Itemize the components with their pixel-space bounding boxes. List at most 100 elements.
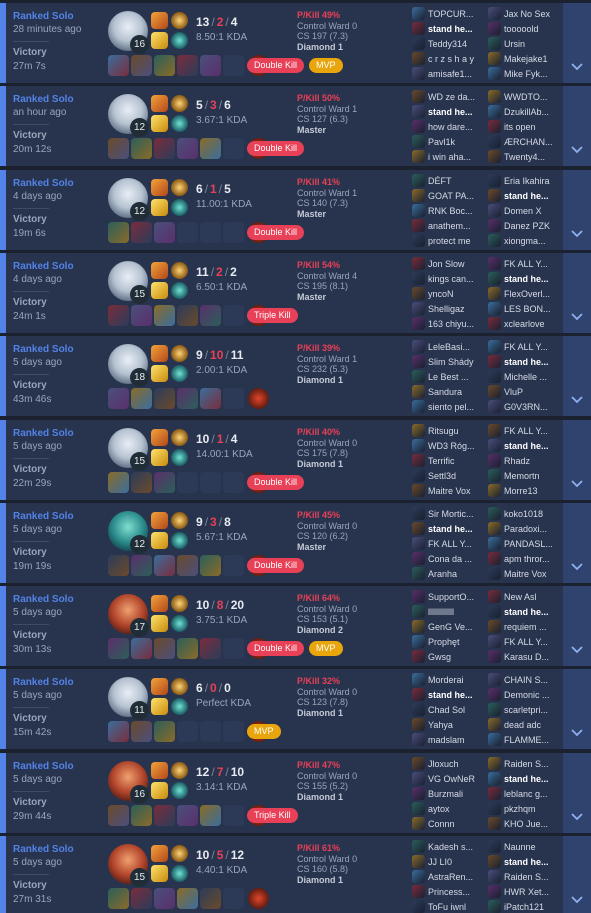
- item-slot-icon[interactable]: [131, 55, 152, 76]
- player-name[interactable]: Terrific: [428, 456, 455, 466]
- player-name[interactable]: stand he...: [504, 857, 549, 867]
- expand-button[interactable]: [563, 420, 591, 500]
- match-card[interactable]: Ranked Solo 5 days ago Victory 15m 42s 1…: [0, 669, 591, 749]
- expand-button[interactable]: [563, 253, 591, 333]
- item-slot-icon[interactable]: [177, 805, 198, 826]
- player-row[interactable]: LeleBasi...: [412, 339, 488, 354]
- item-slot-icon[interactable]: [223, 721, 244, 742]
- player-name[interactable]: xclearlove: [504, 319, 545, 329]
- player-row[interactable]: Memortn: [488, 468, 564, 483]
- item-slot-icon[interactable]: [200, 305, 221, 326]
- player-row[interactable]: DzukillAb...: [488, 104, 564, 119]
- player-name[interactable]: Twenty4...: [504, 152, 545, 162]
- player-row[interactable]: Jax No Sex: [488, 6, 564, 21]
- player-name[interactable]: Princess...: [428, 887, 470, 897]
- player-row[interactable]: Raiden S...: [488, 756, 564, 771]
- player-row[interactable]: Domen X: [488, 203, 564, 218]
- player-name[interactable]: Cona da ...: [428, 554, 472, 564]
- item-slot-icon[interactable]: [223, 222, 244, 243]
- player-name[interactable]: Mike Fyk...: [504, 69, 548, 79]
- expand-button[interactable]: [563, 669, 591, 749]
- player-row[interactable]: aytox: [412, 801, 488, 816]
- player-name[interactable]: yncoN: [428, 289, 454, 299]
- player-row[interactable]: stand he...: [488, 271, 564, 286]
- player-name[interactable]: WWDTO...: [504, 92, 547, 102]
- item-slot-icon[interactable]: [154, 55, 175, 76]
- player-name[interactable]: G0V3RN...: [504, 402, 548, 412]
- item-slot-icon[interactable]: [200, 555, 221, 576]
- keystone-rune-icon[interactable]: [171, 845, 188, 862]
- player-row[interactable]: DÉFT: [412, 173, 488, 188]
- player-row[interactable]: stand he...: [488, 438, 564, 453]
- trinket-icon[interactable]: [248, 888, 269, 909]
- player-name[interactable]: TOPCUR...: [428, 9, 473, 19]
- expand-button[interactable]: [563, 753, 591, 833]
- player-name[interactable]: stand he...: [428, 107, 473, 117]
- player-row[interactable]: JJ LI0: [412, 854, 488, 869]
- player-row[interactable]: Karasu D...: [488, 649, 564, 664]
- player-name[interactable]: SupportO...: [428, 592, 474, 602]
- item-slot-icon[interactable]: [200, 138, 221, 159]
- player-row[interactable]: PANDASL...: [488, 536, 564, 551]
- item-slot-icon[interactable]: [154, 888, 175, 909]
- player-name[interactable]: GOAT PA...: [428, 191, 474, 201]
- match-card[interactable]: Ranked Solo 5 days ago Victory 22m 29s 1…: [0, 420, 591, 500]
- player-row[interactable]: 163 chiyu...: [412, 316, 488, 331]
- player-row[interactable]: Teddy314: [412, 36, 488, 51]
- player-row[interactable]: Kadesh s...: [412, 839, 488, 854]
- player-row[interactable]: stand he...: [488, 854, 564, 869]
- player-row[interactable]: Chad Sol: [412, 702, 488, 717]
- player-name[interactable]: WD3 Róg...: [428, 441, 475, 451]
- player-name[interactable]: FK ALL Y...: [504, 259, 548, 269]
- item-slot-icon[interactable]: [223, 55, 244, 76]
- secondary-rune-icon[interactable]: [171, 449, 188, 466]
- summoner-spell-icon[interactable]: [151, 262, 168, 279]
- match-card[interactable]: Ranked Solo 4 days ago Victory 24m 1s 15…: [0, 253, 591, 333]
- player-row[interactable]: stand he...: [488, 354, 564, 369]
- item-slot-icon[interactable]: [154, 138, 175, 159]
- item-slot-icon[interactable]: [200, 888, 221, 909]
- player-name[interactable]: FK ALL Y...: [504, 342, 548, 352]
- player-row[interactable]: TOPCUR...: [412, 6, 488, 21]
- player-name[interactable]: HWR Xet...: [504, 887, 549, 897]
- player-row[interactable]: Terrific: [412, 453, 488, 468]
- champion-icon[interactable]: 12: [108, 178, 149, 221]
- player-row[interactable]: stand he...: [488, 604, 564, 619]
- player-name[interactable]: DzukillAb...: [504, 107, 549, 117]
- player-row[interactable]: Danez PZK: [488, 218, 564, 233]
- champion-icon[interactable]: 18: [108, 344, 149, 387]
- match-card[interactable]: Ranked Solo 4 days ago Victory 19m 6s 12…: [0, 170, 591, 250]
- player-row[interactable]: scarletpri...: [488, 702, 564, 717]
- player-row[interactable]: Twenty4...: [488, 149, 564, 164]
- player-name[interactable]: PANDASL...: [504, 539, 553, 549]
- player-row[interactable]: Michelle ...: [488, 369, 564, 384]
- player-name[interactable]: how dare...: [428, 122, 473, 132]
- summoner-spell-icon[interactable]: [151, 678, 168, 695]
- player-name[interactable]: Sir Mortic...: [428, 509, 474, 519]
- player-row[interactable]: RNK Boc...: [412, 203, 488, 218]
- player-row[interactable]: Maitre Vox: [412, 483, 488, 498]
- player-name[interactable]: Yahya: [428, 720, 453, 730]
- player-row[interactable]: amisafe1...: [412, 66, 488, 81]
- player-row[interactable]: koko1018: [488, 506, 564, 521]
- player-name[interactable]: GenG Ve...: [428, 622, 473, 632]
- player-row[interactable]: FK ALL Y...: [488, 634, 564, 649]
- player-name[interactable]: FLAMME...: [504, 735, 549, 745]
- match-card[interactable]: Ranked Solo 5 days ago Victory 30m 13s 1…: [0, 586, 591, 666]
- player-name[interactable]: Sandura: [428, 387, 462, 397]
- player-name[interactable]: koko1018: [504, 509, 543, 519]
- player-row[interactable]: Aranha: [412, 566, 488, 581]
- item-slot-icon[interactable]: [200, 805, 221, 826]
- summoner-spell-icon[interactable]: [151, 32, 168, 49]
- item-slot-icon[interactable]: [108, 305, 129, 326]
- player-name[interactable]: Naunne: [504, 842, 536, 852]
- player-row[interactable]: c r z s h a y: [412, 51, 488, 66]
- player-row[interactable]: stand he...: [488, 771, 564, 786]
- item-slot-icon[interactable]: [108, 388, 129, 409]
- item-slot-icon[interactable]: [223, 638, 244, 659]
- keystone-rune-icon[interactable]: [171, 678, 188, 695]
- champion-icon[interactable]: 16: [108, 11, 149, 54]
- player-row[interactable]: stand he...: [488, 188, 564, 203]
- player-name[interactable]: FK ALL Y...: [428, 539, 472, 549]
- item-slot-icon[interactable]: [108, 55, 129, 76]
